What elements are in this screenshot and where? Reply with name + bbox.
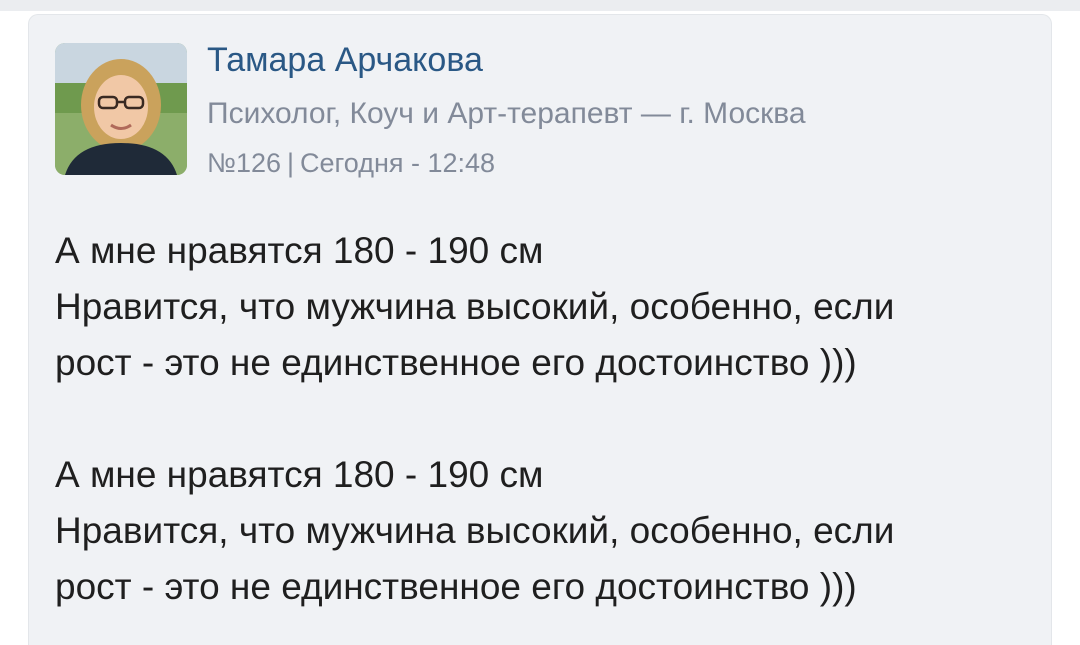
post-date: Сегодня - 12:48 [300,148,496,178]
post-number: №126 [207,148,282,178]
comment-line: А мне нравятся 180 - 190 см [55,230,544,271]
comment-body: А мне нравятся 180 - 190 см Нравится, чт… [55,223,1035,615]
comment-paragraph: А мне нравятся 180 - 190 см Нравится, чт… [55,223,1035,391]
comment-paragraph: А мне нравятся 180 - 190 см Нравится, чт… [55,447,1035,615]
comment-line: А мне нравятся 180 - 190 см [55,454,544,495]
meta-separator: | [287,148,295,178]
comment-line: Нравится, что мужчина высокий, особенно,… [55,510,895,551]
top-divider [0,0,1080,11]
author-name-link[interactable]: Тамара Арчакова [207,41,483,80]
comment-card: Тамара Арчакова Психолог, Коуч и Арт-тер… [28,14,1052,645]
post-meta: №126 | Сегодня - 12:48 [207,148,495,179]
comment-line: Нравится, что мужчина высокий, особенно,… [55,286,895,327]
comment-line: рост - это не единственное его достоинст… [55,342,857,383]
comment-line: рост - это не единственное его достоинст… [55,566,857,607]
user-photo-icon [55,43,187,175]
author-avatar[interactable] [55,43,187,175]
author-subtitle: Психолог, Коуч и Арт-терапевт — г. Москв… [207,97,806,130]
